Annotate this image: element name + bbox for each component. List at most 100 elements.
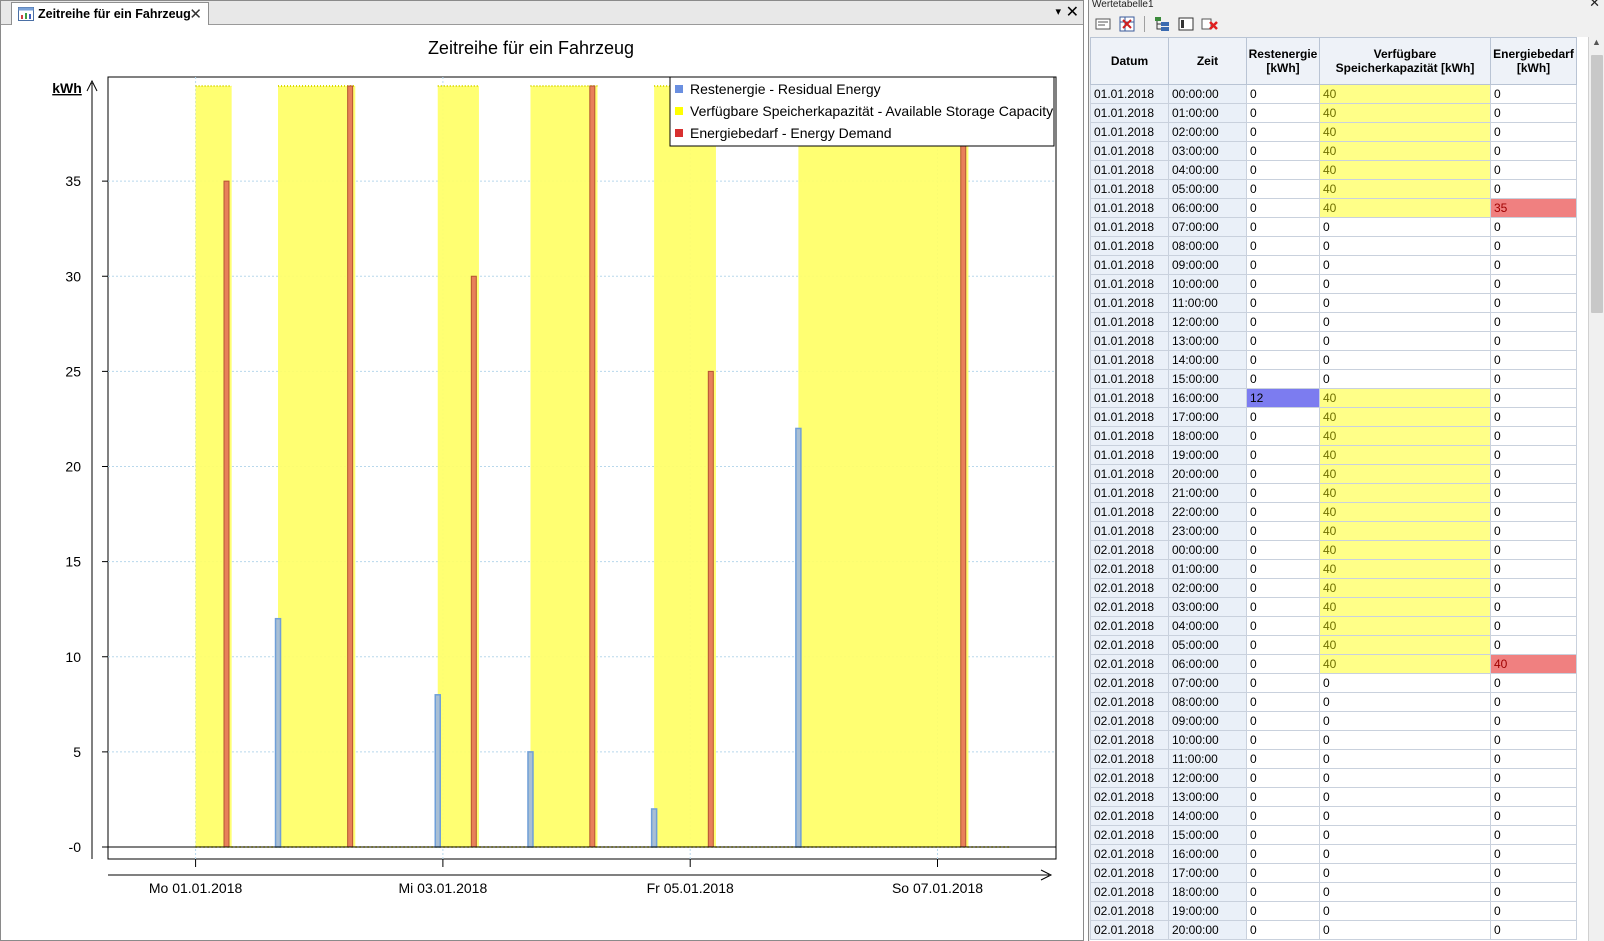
cell-residual-energy[interactable]: 0 (1246, 825, 1320, 845)
cell-date[interactable]: 01.01.2018 (1090, 445, 1169, 465)
cell-energy-demand[interactable]: 0 (1490, 863, 1577, 883)
cell-energy-demand[interactable]: 0 (1490, 312, 1577, 332)
cell-date[interactable]: 01.01.2018 (1090, 236, 1169, 256)
cell-residual-energy[interactable]: 0 (1246, 217, 1320, 237)
cell-energy-demand[interactable]: 40 (1490, 654, 1577, 674)
cell-residual-energy[interactable]: 0 (1246, 749, 1320, 769)
cell-date[interactable]: 01.01.2018 (1090, 521, 1169, 541)
cell-residual-energy[interactable]: 0 (1246, 844, 1320, 864)
cell-storage-capacity[interactable]: 40 (1319, 426, 1491, 446)
cell-energy-demand[interactable]: 0 (1490, 179, 1577, 199)
cell-energy-demand[interactable]: 0 (1490, 901, 1577, 921)
cell-date[interactable]: 02.01.2018 (1090, 863, 1169, 883)
cell-time[interactable]: 12:00:00 (1168, 768, 1247, 788)
cell-storage-capacity[interactable]: 0 (1319, 920, 1491, 940)
cell-time[interactable]: 05:00:00 (1168, 179, 1247, 199)
cell-date[interactable]: 02.01.2018 (1090, 578, 1169, 598)
cell-date[interactable]: 02.01.2018 (1090, 825, 1169, 845)
cell-storage-capacity[interactable]: 0 (1319, 806, 1491, 826)
cell-energy-demand[interactable]: 0 (1490, 882, 1577, 902)
cell-storage-capacity[interactable]: 0 (1319, 901, 1491, 921)
cell-residual-energy[interactable]: 0 (1246, 179, 1320, 199)
cell-date[interactable]: 01.01.2018 (1090, 350, 1169, 370)
cell-storage-capacity[interactable]: 40 (1319, 597, 1491, 617)
cell-storage-capacity[interactable]: 40 (1319, 635, 1491, 655)
cell-time[interactable]: 20:00:00 (1168, 464, 1247, 484)
cell-residual-energy[interactable]: 0 (1246, 692, 1320, 712)
table-row[interactable]: 01.01.2018 11:00:00 0 0 0 (1090, 293, 1577, 313)
cell-energy-demand[interactable]: 0 (1490, 122, 1577, 142)
cell-residual-energy[interactable]: 0 (1246, 730, 1320, 750)
cell-time[interactable]: 00:00:00 (1168, 84, 1247, 104)
cell-energy-demand[interactable]: 0 (1490, 236, 1577, 256)
cell-date[interactable]: 01.01.2018 (1090, 388, 1169, 408)
cell-time[interactable]: 23:00:00 (1168, 521, 1247, 541)
table-row[interactable]: 01.01.2018 12:00:00 0 0 0 (1090, 312, 1577, 332)
cell-time[interactable]: 16:00:00 (1168, 844, 1247, 864)
cell-residual-energy[interactable]: 0 (1246, 616, 1320, 636)
cell-date[interactable]: 01.01.2018 (1090, 217, 1169, 237)
cell-storage-capacity[interactable]: 40 (1319, 198, 1491, 218)
export-tree-icon[interactable] (1153, 15, 1171, 32)
cell-energy-demand[interactable]: 0 (1490, 559, 1577, 579)
cell-time[interactable]: 12:00:00 (1168, 312, 1247, 332)
cell-time[interactable]: 04:00:00 (1168, 160, 1247, 180)
cell-storage-capacity[interactable]: 0 (1319, 863, 1491, 883)
cell-residual-energy[interactable]: 0 (1246, 502, 1320, 522)
cell-residual-energy[interactable]: 0 (1246, 673, 1320, 693)
cell-residual-energy[interactable]: 12 (1246, 388, 1320, 408)
cell-date[interactable]: 02.01.2018 (1090, 711, 1169, 731)
cell-energy-demand[interactable]: 0 (1490, 635, 1577, 655)
cell-residual-energy[interactable]: 0 (1246, 787, 1320, 807)
table-row[interactable]: 01.01.2018 06:00:00 0 40 35 (1090, 198, 1577, 218)
cell-residual-energy[interactable]: 0 (1246, 464, 1320, 484)
cell-residual-energy[interactable]: 0 (1246, 806, 1320, 826)
cell-storage-capacity[interactable]: 40 (1319, 84, 1491, 104)
cell-energy-demand[interactable]: 0 (1490, 806, 1577, 826)
cell-time[interactable]: 02:00:00 (1168, 578, 1247, 598)
column-header-time[interactable]: Zeit (1168, 37, 1247, 85)
cell-date[interactable]: 01.01.2018 (1090, 103, 1169, 123)
scroll-up-arrow-icon[interactable]: ▲ (1589, 37, 1604, 53)
document-tab[interactable]: Zeitreihe für ein Fahrzeug ✕ (11, 2, 209, 25)
cell-residual-energy[interactable]: 0 (1246, 882, 1320, 902)
cell-energy-demand[interactable]: 0 (1490, 255, 1577, 275)
cell-storage-capacity[interactable]: 40 (1319, 654, 1491, 674)
cell-storage-capacity[interactable]: 0 (1319, 825, 1491, 845)
cell-date[interactable]: 02.01.2018 (1090, 635, 1169, 655)
table-row[interactable]: 02.01.2018 07:00:00 0 0 0 (1090, 673, 1577, 693)
cell-time[interactable]: 11:00:00 (1168, 749, 1247, 769)
cell-storage-capacity[interactable]: 0 (1319, 217, 1491, 237)
cell-storage-capacity[interactable]: 0 (1319, 369, 1491, 389)
table-row[interactable]: 02.01.2018 16:00:00 0 0 0 (1090, 844, 1577, 864)
cell-storage-capacity[interactable]: 40 (1319, 179, 1491, 199)
scrollbar-thumb[interactable] (1591, 55, 1603, 313)
cell-storage-capacity[interactable]: 0 (1319, 331, 1491, 351)
table-row[interactable]: 01.01.2018 19:00:00 0 40 0 (1090, 445, 1577, 465)
table-row[interactable]: 01.01.2018 20:00:00 0 40 0 (1090, 464, 1577, 484)
cell-residual-energy[interactable]: 0 (1246, 198, 1320, 218)
cell-energy-demand[interactable]: 0 (1490, 331, 1577, 351)
cell-energy-demand[interactable]: 0 (1490, 217, 1577, 237)
table-row[interactable]: 01.01.2018 16:00:00 12 40 0 (1090, 388, 1577, 408)
cell-residual-energy[interactable]: 0 (1246, 160, 1320, 180)
cell-storage-capacity[interactable]: 0 (1319, 882, 1491, 902)
value-table-container[interactable]: Datum Zeit Restenergie [kWh] Verfügbare … (1090, 37, 1590, 941)
remove-icon[interactable] (1201, 15, 1219, 32)
close-tab-icon[interactable]: ✕ (189, 5, 202, 23)
cell-energy-demand[interactable]: 0 (1490, 502, 1577, 522)
cell-residual-energy[interactable]: 0 (1246, 312, 1320, 332)
cell-storage-capacity[interactable]: 40 (1319, 445, 1491, 465)
cell-time[interactable]: 06:00:00 (1168, 654, 1247, 674)
table-row[interactable]: 01.01.2018 21:00:00 0 40 0 (1090, 483, 1577, 503)
cell-date[interactable]: 02.01.2018 (1090, 597, 1169, 617)
cell-date[interactable]: 02.01.2018 (1090, 787, 1169, 807)
cell-date[interactable]: 02.01.2018 (1090, 654, 1169, 674)
cell-time[interactable]: 10:00:00 (1168, 730, 1247, 750)
cell-residual-energy[interactable]: 0 (1246, 84, 1320, 104)
cell-date[interactable]: 01.01.2018 (1090, 369, 1169, 389)
cell-date[interactable]: 02.01.2018 (1090, 616, 1169, 636)
table-row[interactable]: 01.01.2018 10:00:00 0 0 0 (1090, 274, 1577, 294)
table-row[interactable]: 02.01.2018 09:00:00 0 0 0 (1090, 711, 1577, 731)
table-row[interactable]: 01.01.2018 17:00:00 0 40 0 (1090, 407, 1577, 427)
